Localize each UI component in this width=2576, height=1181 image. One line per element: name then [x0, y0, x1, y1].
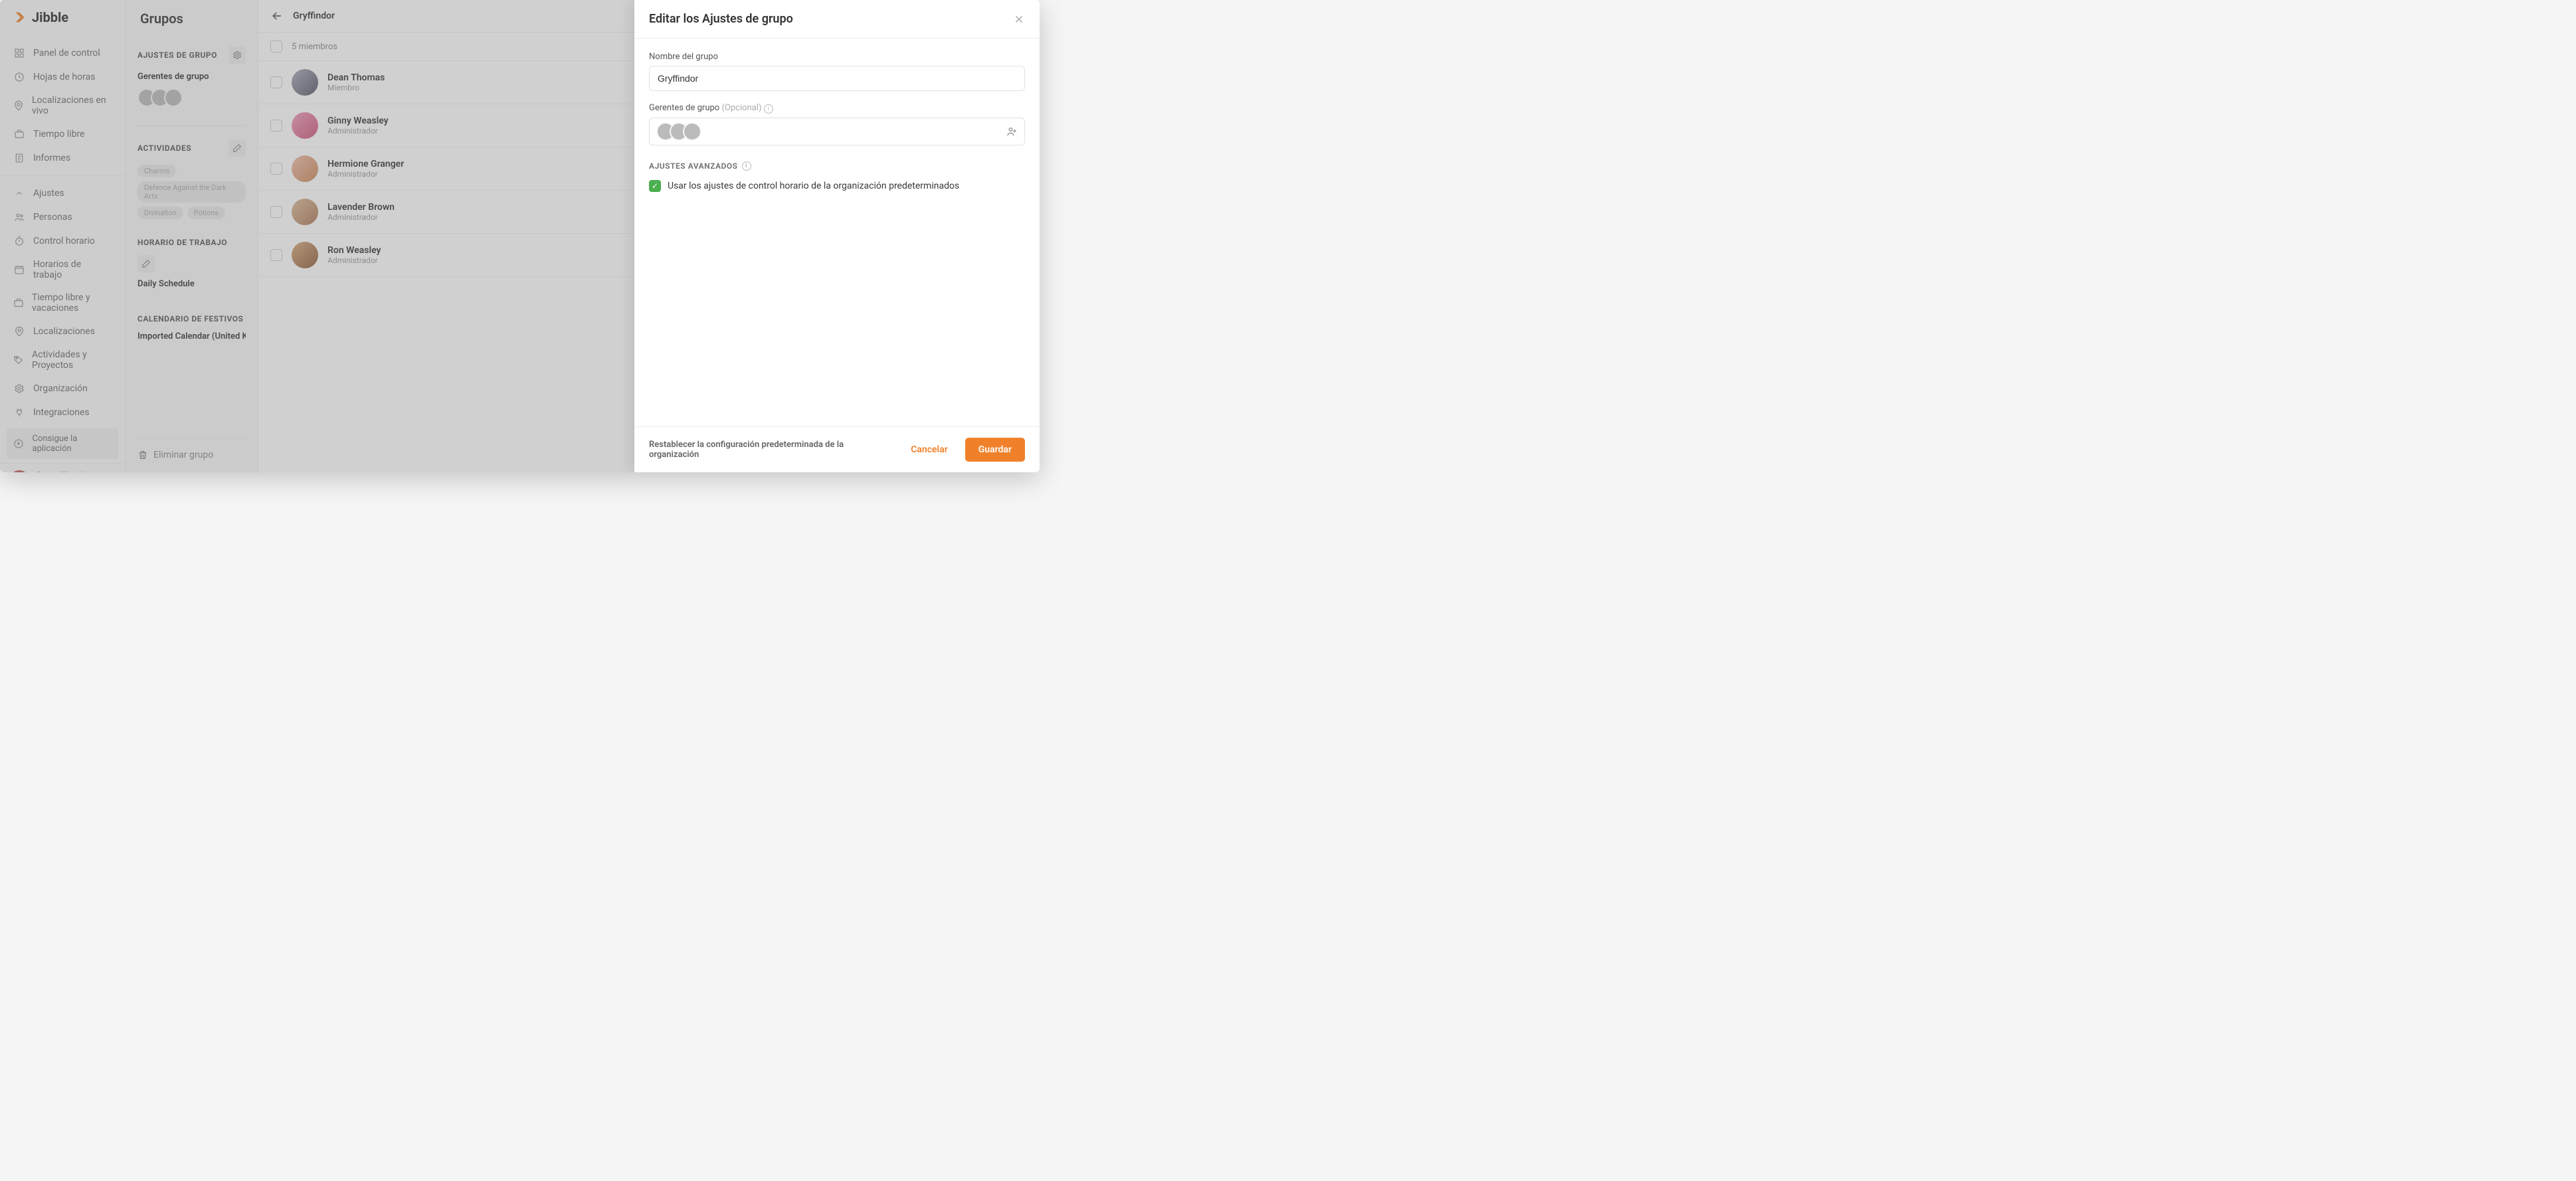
reset-defaults-link[interactable]: Restablecer la configuración predetermin…	[649, 440, 893, 460]
group-name-label: Nombre del grupo	[649, 52, 1025, 62]
edit-group-modal: Editar los Ajustes de grupo Nombre del g…	[634, 0, 1040, 472]
save-button[interactable]: Guardar	[965, 438, 1025, 462]
use-default-settings-checkbox[interactable]: ✓	[649, 180, 661, 192]
advanced-heading: AJUSTES AVANZADOS	[649, 161, 738, 171]
managers-label: Gerentes de grupo (Opcional) i	[649, 103, 1025, 114]
info-icon[interactable]: i	[764, 104, 773, 114]
avatar	[683, 122, 701, 141]
add-person-icon[interactable]	[1006, 126, 1018, 137]
group-name-input[interactable]	[649, 66, 1025, 91]
close-icon[interactable]	[1013, 13, 1025, 25]
modal-title: Editar los Ajustes de grupo	[649, 12, 793, 26]
managers-input[interactable]	[649, 118, 1025, 145]
checkbox-label: Usar los ajustes de control horario de l…	[668, 181, 959, 191]
cancel-button[interactable]: Cancelar	[903, 439, 956, 460]
info-icon[interactable]: i	[742, 161, 751, 171]
